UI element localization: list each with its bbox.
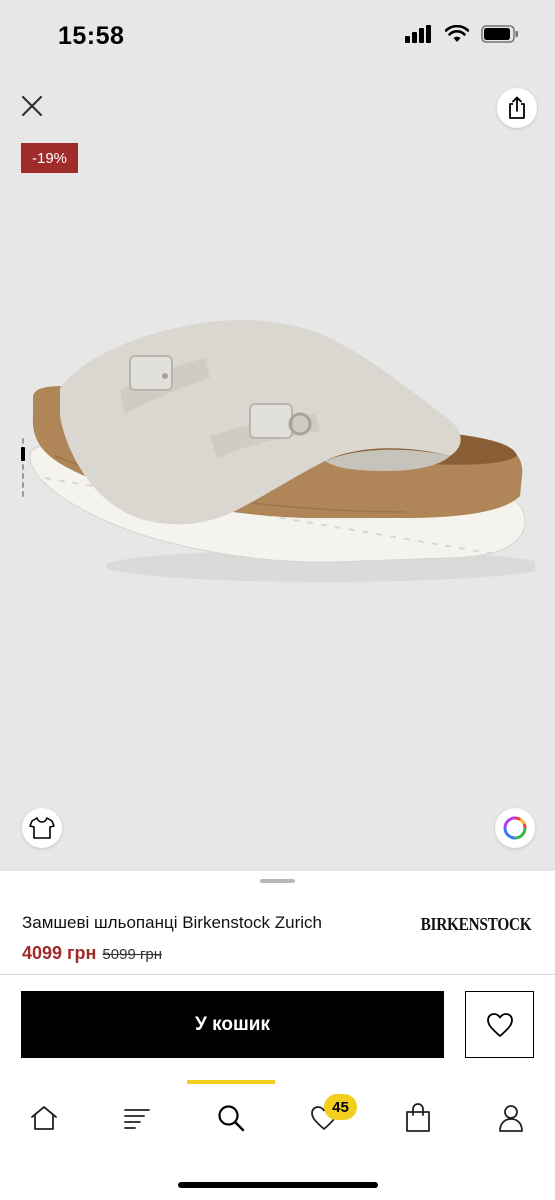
close-button[interactable] <box>16 90 48 122</box>
image-page-dot <box>22 473 24 479</box>
image-page-dot <box>22 482 24 488</box>
battery-icon <box>481 25 518 43</box>
wifi-icon <box>445 25 469 42</box>
home-icon <box>31 1106 57 1130</box>
size-guide-button[interactable] <box>22 808 62 848</box>
image-page-dot <box>22 438 24 444</box>
add-to-wishlist-button[interactable] <box>465 991 534 1058</box>
status-time: 15:58 <box>58 22 125 50</box>
color-picker-button[interactable] <box>495 808 535 848</box>
status-icons <box>405 25 519 43</box>
active-tab-indicator <box>187 1080 275 1084</box>
sheet-drag-handle[interactable] <box>260 879 295 883</box>
image-page-dot <box>22 464 24 470</box>
product-info-panel: Замшеві шльопанці Birkenstock Zurich BIR… <box>0 871 555 975</box>
close-icon <box>21 95 43 117</box>
home-indicator <box>178 1182 378 1188</box>
bottom-tab-bar: 45 <box>0 1080 555 1200</box>
brand-logo[interactable]: BIRKENSTOCK <box>420 914 531 935</box>
tab-profile[interactable] <box>481 1096 541 1140</box>
bag-icon <box>406 1103 430 1132</box>
share-icon <box>509 96 525 119</box>
tab-catalog[interactable] <box>107 1096 167 1140</box>
color-wheel-icon <box>503 816 527 840</box>
profile-icon <box>499 1105 523 1132</box>
cellular-signal-icon <box>405 25 431 43</box>
current-price: 4099 грн <box>22 943 97 963</box>
menu-icon <box>124 1109 150 1129</box>
price-row: 4099 грн 5099 грн <box>22 943 162 964</box>
status-bar: 15:58 <box>0 0 555 76</box>
product-title: Замшеві шльопанці Birkenstock Zurich <box>22 913 323 932</box>
favorites-count-badge: 45 <box>324 1094 357 1120</box>
tab-favorites[interactable]: 45 <box>294 1094 357 1140</box>
add-to-cart-button[interactable]: У кошик <box>21 991 444 1058</box>
tab-bag[interactable] <box>388 1096 448 1140</box>
image-page-dot <box>22 491 24 497</box>
share-button[interactable] <box>497 88 537 128</box>
search-icon <box>218 1105 245 1132</box>
product-image[interactable] <box>25 296 535 596</box>
product-gallery[interactable]: -19% <box>0 76 555 871</box>
discount-badge: -19% <box>21 143 78 173</box>
tshirt-icon <box>29 817 55 839</box>
old-price: 5099 грн <box>102 946 163 963</box>
tab-search[interactable] <box>201 1096 261 1140</box>
tab-home[interactable] <box>14 1096 74 1140</box>
heart-icon <box>486 1012 513 1037</box>
